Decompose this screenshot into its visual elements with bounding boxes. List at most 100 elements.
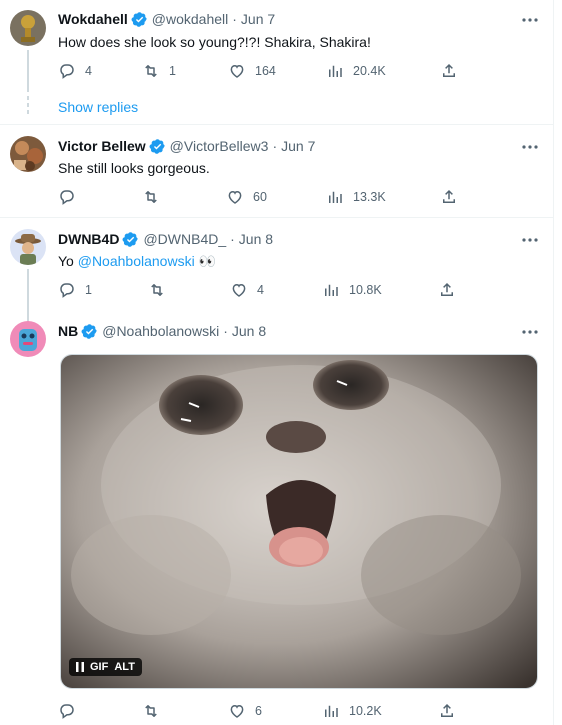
retweet-button[interactable] (148, 281, 175, 299)
retweet-count: 1 (169, 64, 176, 78)
views-button[interactable]: 20.4K (326, 62, 386, 80)
reply-icon (60, 64, 74, 79)
share-icon (441, 703, 453, 717)
tweet-header: Victor Bellew @VictorBellew3 · Jun 7 (58, 137, 315, 155)
reply-icon (60, 190, 74, 205)
divider (0, 217, 554, 218)
view-count: 20.4K (353, 64, 386, 78)
avatar[interactable] (10, 229, 46, 265)
like-button[interactable]: 164 (228, 62, 276, 80)
tweet-text: She still looks gorgeous. (58, 160, 210, 176)
handle[interactable]: @wokdahell (152, 10, 228, 28)
alt-badge[interactable]: ALT (111, 660, 138, 674)
views-button[interactable]: 13.3K (326, 188, 386, 206)
like-button[interactable]: 60 (226, 188, 267, 206)
mention-link[interactable]: @Noahbolanowski (78, 253, 195, 269)
like-count: 6 (255, 704, 262, 718)
avatar[interactable] (10, 10, 46, 46)
verified-badge-icon (81, 323, 98, 340)
timestamp[interactable]: Jun 8 (232, 322, 266, 340)
like-button[interactable]: 4 (230, 281, 264, 299)
like-count: 164 (255, 64, 276, 78)
text-prefix: Yo (58, 253, 78, 269)
share-button[interactable] (440, 188, 458, 206)
reply-icon (60, 283, 74, 298)
reply-button[interactable] (58, 188, 85, 206)
thread-line-dot (27, 103, 29, 107)
tweet-text: How does she look so young?!?! Shakira, … (58, 34, 371, 50)
eyes-emoji: 👀 (194, 253, 217, 269)
more-options-icon[interactable] (520, 138, 540, 156)
thread-line-dot (27, 110, 29, 114)
more-options-icon[interactable] (520, 231, 540, 249)
cat-gif-image (61, 355, 537, 688)
display-name[interactable]: Victor Bellew (58, 137, 146, 155)
share-button[interactable] (438, 281, 456, 299)
retweet-icon (145, 705, 157, 717)
thread-line-dot (27, 96, 29, 100)
tweet-header: Wokdahell @wokdahell · Jun 7 (58, 10, 275, 28)
timestamp[interactable]: Jun 7 (241, 10, 275, 28)
share-icon (441, 282, 453, 296)
heart-icon (230, 64, 244, 78)
like-count: 60 (253, 190, 267, 204)
avatar[interactable] (10, 136, 46, 172)
tweet-header: NB @Noahbolanowski · Jun 8 (58, 322, 266, 340)
verified-badge-icon (122, 231, 139, 248)
tweet-header: DWNB4D @DWNB4D_ · Jun 8 (58, 230, 273, 248)
handle[interactable]: @Noahbolanowski (102, 322, 219, 340)
handle[interactable]: @DWNB4D_ (143, 230, 226, 248)
verified-badge-icon (131, 11, 148, 28)
display-name[interactable]: DWNB4D (58, 230, 119, 248)
more-options-icon[interactable] (520, 11, 540, 29)
action-bar: 6 10.2K (58, 702, 478, 722)
views-icon (329, 65, 342, 77)
heart-icon (228, 190, 242, 204)
share-button[interactable] (440, 62, 458, 80)
display-name[interactable]: Wokdahell (58, 10, 128, 28)
reply-count: 1 (85, 283, 92, 297)
like-button[interactable]: 6 (228, 702, 262, 720)
retweet-button[interactable] (142, 188, 169, 206)
action-bar: 4 1 164 20.4K (58, 62, 478, 82)
views-icon (325, 284, 338, 296)
separator: · (232, 11, 237, 27)
thread-line (27, 50, 29, 92)
reply-button[interactable]: 4 (58, 62, 92, 80)
share-button[interactable] (438, 702, 456, 720)
display-name[interactable]: NB (58, 322, 78, 340)
reply-icon (60, 704, 74, 719)
show-replies-link[interactable]: Show replies (58, 99, 138, 115)
timestamp[interactable]: Jun 7 (281, 137, 315, 155)
action-bar: 1 4 10.8K (58, 281, 478, 301)
tweet-text: Yo @Noahbolanowski 👀 (58, 252, 216, 270)
action-bar: 60 13.3K (58, 188, 478, 208)
views-button[interactable]: 10.8K (322, 281, 382, 299)
share-icon (443, 63, 455, 77)
divider (0, 124, 554, 125)
handle[interactable]: @VictorBellew3 (170, 137, 269, 155)
share-icon (443, 189, 455, 203)
retweet-button[interactable] (142, 702, 169, 720)
gif-badge: GIF (90, 661, 109, 673)
pause-icon[interactable] (73, 662, 87, 672)
separator: · (230, 231, 235, 247)
heart-icon (230, 704, 244, 718)
retweet-icon (145, 191, 157, 203)
retweet-button[interactable]: 1 (142, 62, 176, 80)
gif-media[interactable]: GIF ALT (60, 354, 538, 689)
retweet-icon (151, 284, 163, 296)
heart-icon (232, 283, 246, 297)
separator: · (223, 323, 228, 339)
retweet-icon (145, 65, 157, 77)
more-options-icon[interactable] (520, 323, 540, 341)
reply-button[interactable] (58, 702, 85, 720)
views-button[interactable]: 10.2K (322, 702, 382, 720)
timestamp[interactable]: Jun 8 (239, 230, 273, 248)
view-count: 10.2K (349, 704, 382, 718)
avatar[interactable] (10, 321, 46, 357)
view-count: 13.3K (353, 190, 386, 204)
verified-badge-icon (149, 138, 166, 155)
like-count: 4 (257, 283, 264, 297)
reply-button[interactable]: 1 (58, 281, 92, 299)
